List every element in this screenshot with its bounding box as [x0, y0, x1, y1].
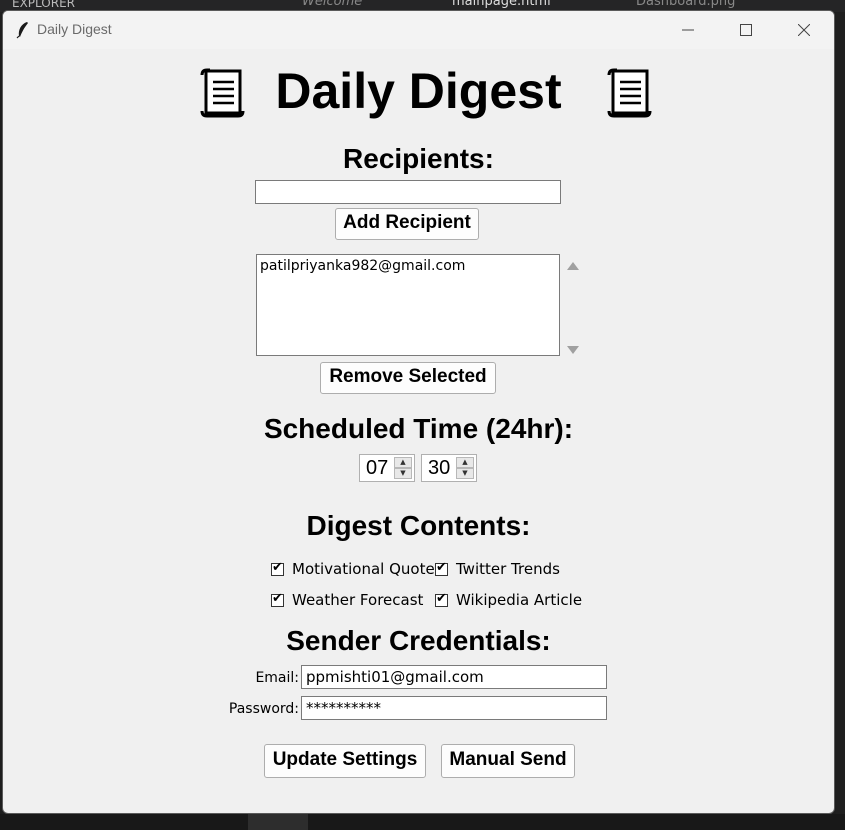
mainpage-tab[interactable]: mainpage.html: [452, 0, 551, 9]
checkbox-label: Weather Forecast: [292, 591, 424, 609]
checkbox-label: Wikipedia Article: [456, 591, 583, 609]
minute-down-button[interactable]: ▼: [456, 468, 474, 479]
close-button[interactable]: [775, 11, 833, 49]
hour-value: 07: [366, 457, 389, 479]
app-content: Daily Digest Recipients: Add Recipient p…: [3, 49, 834, 813]
wikipedia-article-checkbox[interactable]: ✔ Wikipedia Article: [435, 591, 582, 609]
maximize-button[interactable]: [717, 11, 775, 49]
motivational-quote-checkbox[interactable]: ✔ Motivational Quote: [271, 560, 435, 578]
recipient-input[interactable]: [255, 180, 561, 204]
add-recipient-button[interactable]: Add Recipient: [335, 208, 479, 240]
checkmark-icon: ✔: [272, 559, 283, 575]
minute-value: 30: [428, 457, 451, 479]
maximize-icon: [740, 24, 752, 36]
editor-background-right: [836, 12, 845, 830]
editor-background-bottom: [0, 814, 845, 830]
dashboard-tab[interactable]: Dashboard.png: [636, 0, 735, 9]
hour-down-button[interactable]: ▼: [394, 468, 412, 479]
title-bar: Daily Digest: [3, 11, 834, 49]
explorer-label: EXPLORER: [12, 0, 75, 10]
minute-up-button[interactable]: ▲: [456, 457, 474, 468]
checkbox-label: Twitter Trends: [456, 560, 560, 578]
remove-selected-button[interactable]: Remove Selected: [320, 362, 496, 394]
checkbox-box[interactable]: ✔: [435, 559, 448, 576]
checkmark-icon: ✔: [272, 590, 283, 606]
close-icon: [798, 24, 810, 36]
email-value: ppmishti01@gmail.com: [306, 668, 484, 686]
feather-icon: [16, 22, 28, 39]
list-item[interactable]: patilpriyanka982@gmail.com: [260, 258, 465, 274]
checkbox-box[interactable]: ✔: [271, 590, 284, 607]
email-label: Email:: [255, 670, 299, 686]
app-window: Daily Digest Daily Digest Recipients: Ad…: [2, 10, 835, 814]
scroll-up-icon[interactable]: [567, 262, 579, 270]
password-label: Password:: [228, 701, 299, 717]
checkmark-icon: ✔: [436, 590, 447, 606]
password-value: **********: [306, 699, 381, 717]
checkbox-box[interactable]: ✔: [435, 590, 448, 607]
minute-spinbox[interactable]: 30 ▲ ▼: [421, 454, 477, 482]
window-title: Daily Digest: [37, 21, 112, 37]
recipients-heading: Recipients:: [343, 143, 494, 174]
schedule-heading: Scheduled Time (24hr):: [263, 413, 574, 444]
contents-heading: Digest Contents:: [306, 510, 531, 541]
checkbox-label: Motivational Quote: [292, 560, 435, 578]
recipients-listbox[interactable]: patilpriyanka982@gmail.com: [256, 254, 560, 356]
password-field[interactable]: **********: [301, 696, 607, 720]
scroll-icon: [607, 68, 652, 118]
email-field[interactable]: ppmishti01@gmail.com: [301, 665, 607, 689]
minimize-icon: [682, 29, 694, 31]
hour-spinbox[interactable]: 07 ▲ ▼: [359, 454, 415, 482]
weather-forecast-checkbox[interactable]: ✔ Weather Forecast: [271, 591, 423, 609]
app-title: Daily Digest: [275, 63, 562, 119]
editor-panel-tab: [248, 814, 308, 830]
hour-up-button[interactable]: ▲: [394, 457, 412, 468]
minimize-button[interactable]: [659, 11, 717, 49]
update-settings-button[interactable]: Update Settings: [264, 744, 426, 778]
scroll-down-icon[interactable]: [567, 346, 579, 354]
credentials-heading: Sender Credentials:: [286, 625, 551, 656]
welcome-tab[interactable]: Welcome: [302, 0, 362, 9]
checkmark-icon: ✔: [436, 559, 447, 575]
checkbox-box[interactable]: ✔: [271, 559, 284, 576]
manual-send-button[interactable]: Manual Send: [441, 744, 575, 778]
twitter-trends-checkbox[interactable]: ✔ Twitter Trends: [435, 560, 560, 578]
